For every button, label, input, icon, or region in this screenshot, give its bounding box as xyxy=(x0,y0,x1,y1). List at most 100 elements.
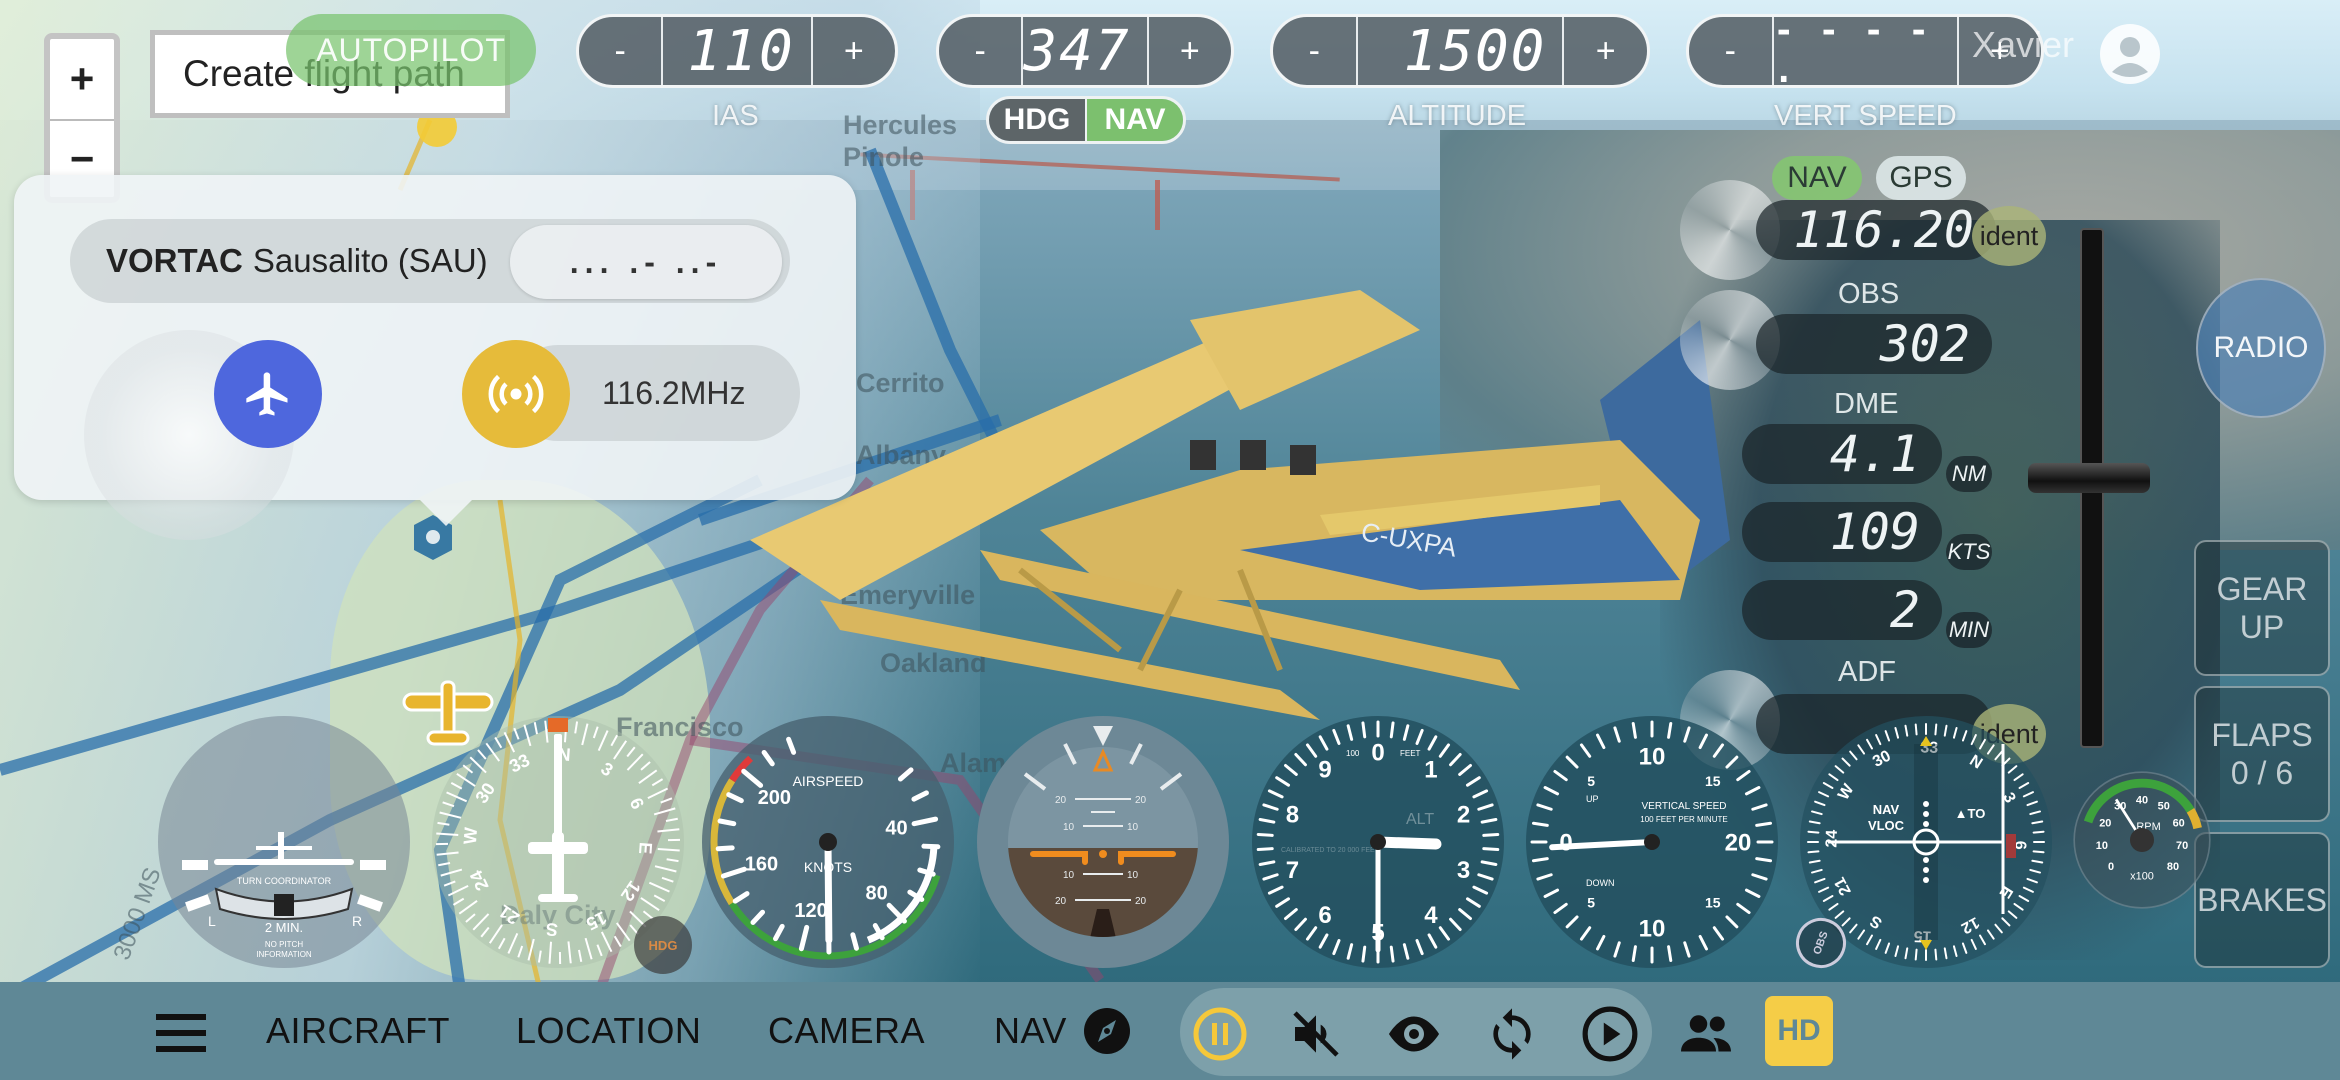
cdi-tick xyxy=(2032,830,2045,834)
vsi-label: 20 xyxy=(1725,829,1752,856)
heading-increase-button[interactable]: + xyxy=(1149,17,1231,85)
vsi-label: 10 xyxy=(1639,915,1666,942)
tach-label: 60 xyxy=(2173,818,2185,830)
people-icon[interactable] xyxy=(1676,1004,1736,1064)
heading-value[interactable]: 347 xyxy=(1021,17,1149,85)
hdg-mode-button[interactable]: HDG xyxy=(989,99,1085,141)
asi-tick xyxy=(717,818,737,827)
asi-label: 120 xyxy=(794,900,827,922)
attitude-indicator[interactable]: 20 20 10 10 10 10 20 20 xyxy=(975,714,1231,970)
tachometer[interactable]: 01020304050607080 RPM x100 xyxy=(2072,770,2212,910)
alt-top-left: 100 xyxy=(1346,749,1360,758)
nav-mode-button[interactable]: NAV xyxy=(1085,99,1183,141)
menu-nav[interactable]: NAV xyxy=(994,1010,1067,1052)
gear-button[interactable]: GEAR UP xyxy=(2194,540,2330,676)
eye-icon[interactable] xyxy=(1384,1004,1444,1064)
airspeed-indicator[interactable]: 4080120160200 AIRSPEED KNOTS xyxy=(700,714,956,970)
fly-to-button[interactable] xyxy=(214,340,322,448)
vsi-label: 15 xyxy=(1705,773,1721,789)
alt-label: 8 xyxy=(1286,802,1299,829)
alt-tick xyxy=(1361,721,1367,739)
ias-label: IAS xyxy=(712,100,759,132)
altitude-stepper: - 1500 + xyxy=(1270,14,1650,88)
ai-pitch-label: 20 xyxy=(1055,795,1067,806)
asi-tick xyxy=(921,843,941,850)
compass-icon[interactable] xyxy=(1084,1008,1130,1054)
dme-speed-display: 109 xyxy=(1742,502,1942,562)
nav-ident-button[interactable]: ident xyxy=(1972,206,2046,266)
alt-calibrated: CALIBRATED TO 20 000 FEET xyxy=(1281,847,1380,854)
altitude-increase-button[interactable]: + xyxy=(1564,17,1647,85)
hdg-bug-label: HDG xyxy=(648,937,678,953)
vsi-label: 15 xyxy=(1705,895,1721,911)
morse-code: ... .- ..- xyxy=(510,225,782,299)
vsi-subtitle: 100 FEET PER MINUTE xyxy=(1640,815,1727,824)
tc-rate: 2 MIN. xyxy=(265,920,303,935)
zoom-in-button[interactable]: + xyxy=(50,39,114,119)
sync-icon[interactable] xyxy=(1482,1004,1542,1064)
user-name[interactable]: Xavier xyxy=(1972,24,2074,66)
tune-radio-button[interactable] xyxy=(462,340,570,448)
alt-label: 6 xyxy=(1318,902,1331,929)
hdg-bug-button[interactable]: HDG xyxy=(634,916,692,974)
vsi-title: VERTICAL SPEED xyxy=(1641,801,1726,812)
dme-distance-display: 4.1 xyxy=(1742,424,1942,484)
account-circle-icon[interactable] xyxy=(2100,24,2160,84)
hi-needle xyxy=(554,734,562,844)
heading-decrease-button[interactable]: - xyxy=(939,17,1021,85)
tach-label: 70 xyxy=(2176,840,2188,852)
radio-button[interactable]: RADIO xyxy=(2196,278,2326,418)
ias-increase-button[interactable]: + xyxy=(813,17,895,85)
gps-tab[interactable]: GPS xyxy=(1876,156,1966,200)
throttle-handle[interactable] xyxy=(2028,462,2150,493)
ias-decrease-button[interactable]: - xyxy=(579,17,661,85)
alt-tick xyxy=(1256,832,1274,837)
asi-needle xyxy=(824,838,833,944)
altimeter[interactable]: 0123456789 100 FEET ALT CALIBRATED TO 20… xyxy=(1250,714,1506,970)
hdg-nav-toggle: HDG NAV xyxy=(986,96,1186,144)
vert-speed-value[interactable]: - - - - . xyxy=(1771,17,1959,85)
alt-top-right: FEET xyxy=(1400,749,1421,758)
cdi-tick xyxy=(1934,948,1938,961)
menu-location[interactable]: LOCATION xyxy=(516,1010,701,1052)
vsi-label: 0 xyxy=(1559,829,1572,856)
hamburger-menu-icon[interactable] xyxy=(156,1014,206,1052)
alt-center: ALT xyxy=(1406,811,1434,828)
cdi-tick xyxy=(1914,948,1918,961)
asi-label: 80 xyxy=(866,882,888,904)
asi-tick xyxy=(715,845,735,852)
volume-off-icon[interactable] xyxy=(1286,1004,1346,1064)
cdi-line1: NAV xyxy=(1873,802,1900,817)
hi-label: S xyxy=(545,919,558,940)
hd-toggle-button[interactable]: HD xyxy=(1765,996,1833,1066)
dme-time-display: 2 xyxy=(1742,580,1942,640)
menu-aircraft[interactable]: AIRCRAFT xyxy=(266,1010,450,1052)
nav-tab[interactable]: NAV xyxy=(1772,156,1862,200)
asi-tick xyxy=(850,932,859,951)
ias-value[interactable]: 110 xyxy=(661,17,813,85)
altitude-value[interactable]: 1500 xyxy=(1355,17,1565,85)
ai-pitch-label: 10 xyxy=(1063,822,1075,833)
dme-time-unit: MIN xyxy=(1946,612,1992,648)
brakes-button[interactable]: BRAKES xyxy=(2194,832,2330,968)
cdi-to-from: ▲TO xyxy=(1955,806,1986,821)
vertical-speed-indicator[interactable]: 0 5 10 15 20 5 10 15 VERTICAL SPEED 100 FEET PE… xyxy=(1524,714,1780,970)
asi-label: 160 xyxy=(745,854,778,876)
altimeter-short-needle xyxy=(1372,836,1442,850)
dme-label: DME xyxy=(1834,388,1899,420)
flaps-button[interactable]: FLAPS 0 / 6 xyxy=(2194,686,2330,822)
menu-camera[interactable]: CAMERA xyxy=(768,1010,925,1052)
asi-title: AIRSPEED xyxy=(793,773,864,789)
heading-stepper: - 347 + xyxy=(936,14,1234,88)
vsi-label: 10 xyxy=(1639,743,1666,770)
tc-left: L xyxy=(208,913,216,929)
cdi-tick xyxy=(1807,850,1820,854)
ai-pitch-label: 10 xyxy=(1127,870,1139,881)
play-circle-icon[interactable] xyxy=(1580,1004,1640,1064)
altitude-decrease-button[interactable]: - xyxy=(1273,17,1356,85)
autopilot-toggle[interactable]: AUTOPILOT xyxy=(286,14,536,86)
vert-speed-decrease-button[interactable]: - xyxy=(1689,17,1772,85)
turn-coordinator[interactable]: TURN COORDINATOR L R 2 MIN. NO PITCH INF… xyxy=(156,714,412,970)
tc-note1: NO PITCH xyxy=(265,940,303,949)
pause-circle-icon[interactable] xyxy=(1190,1004,1250,1064)
